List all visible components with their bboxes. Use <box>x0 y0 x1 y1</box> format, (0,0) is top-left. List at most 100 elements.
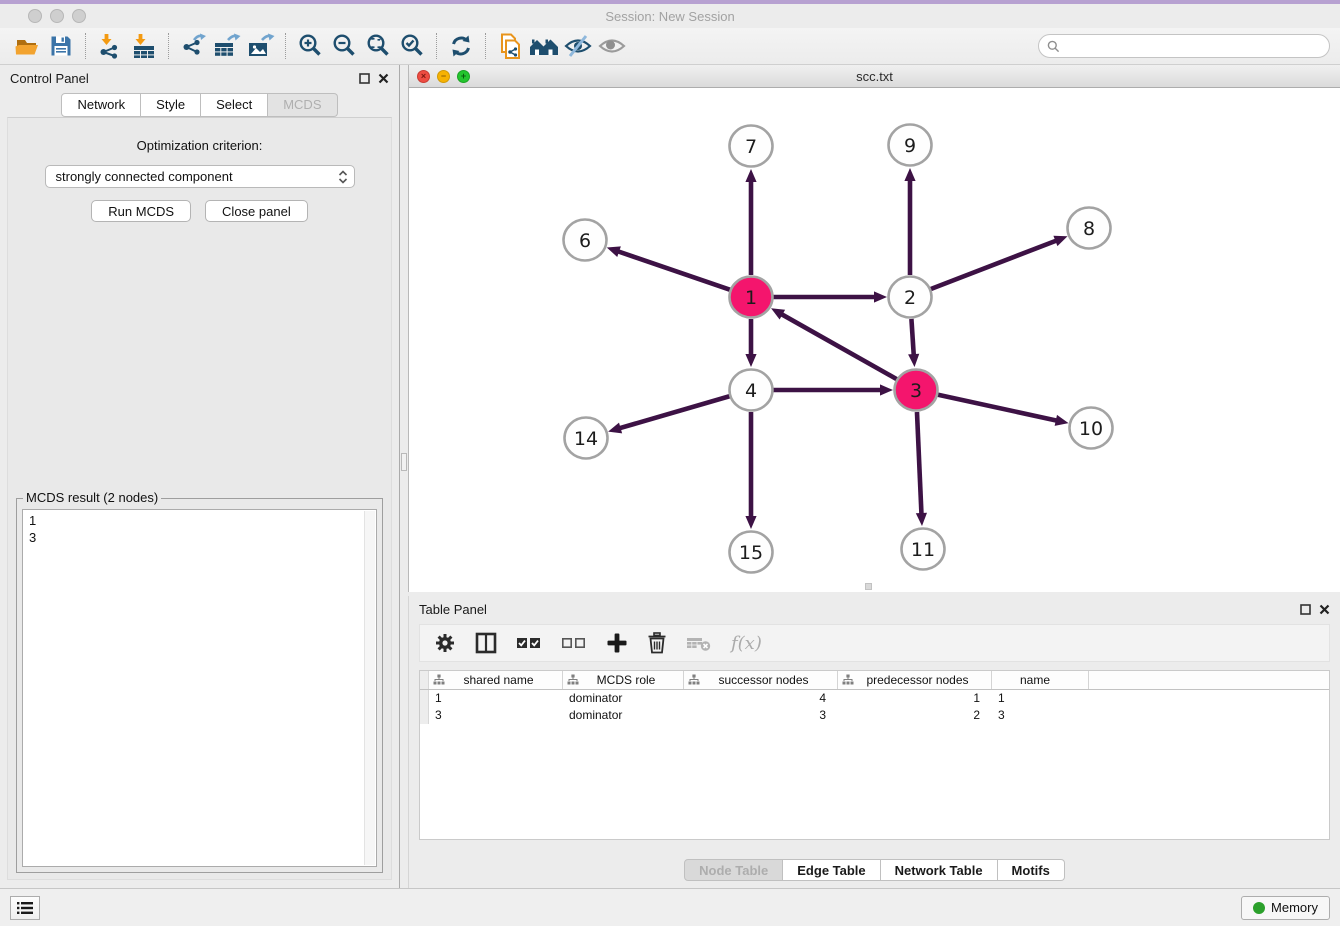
criterion-select[interactable]: strongly connected component <box>45 165 355 188</box>
select-all-icon[interactable] <box>516 636 542 650</box>
table-cell[interactable]: 1 <box>429 690 563 707</box>
show-columns-icon[interactable] <box>475 632 497 654</box>
network-canvas[interactable]: 1234678910111415 <box>409 88 1340 592</box>
edge-arrowhead <box>908 354 919 367</box>
tab-style[interactable]: Style <box>141 93 201 117</box>
export-table-button[interactable] <box>210 31 244 61</box>
node-table[interactable]: shared nameMCDS rolesuccessor nodes prede… <box>419 670 1330 840</box>
network-maximize-button[interactable]: + <box>457 70 470 83</box>
main-toolbar <box>0 28 1340 65</box>
column-header-MCDS-role[interactable]: MCDS role <box>563 671 684 689</box>
open-file-button[interactable] <box>10 31 44 61</box>
tab-select[interactable]: Select <box>201 93 268 117</box>
zoom-selected-button[interactable] <box>395 31 429 61</box>
column-header-label: shared name <box>445 673 562 687</box>
task-history-button[interactable] <box>10 896 40 920</box>
tab-motifs[interactable]: Motifs <box>998 859 1065 881</box>
delete-column-icon[interactable] <box>647 632 667 654</box>
tab-network-table[interactable]: Network Table <box>881 859 998 881</box>
column-header-name[interactable]: name <box>992 671 1089 689</box>
column-header-shared-name[interactable]: shared name <box>429 671 563 689</box>
optimization-criterion-label: Optimization criterion: <box>8 138 391 153</box>
float-panel-icon[interactable] <box>359 73 370 84</box>
toolbar-separator <box>436 33 437 59</box>
table-cell[interactable]: 2 <box>838 707 992 724</box>
mcds-result-textarea[interactable]: 13 <box>22 509 377 867</box>
memory-button[interactable]: Memory <box>1241 896 1330 920</box>
close-panel-button[interactable]: Close panel <box>205 200 308 222</box>
graph-edge-3-1[interactable] <box>781 314 896 379</box>
export-network-button[interactable] <box>176 31 210 61</box>
edge-arrowhead <box>608 423 622 434</box>
result-scrollbar[interactable] <box>364 511 375 865</box>
graph-edge-3-11[interactable] <box>917 412 921 514</box>
unselect-all-icon[interactable] <box>561 636 587 650</box>
float-panel-icon[interactable] <box>1300 604 1311 615</box>
node-label: 10 <box>1079 418 1103 440</box>
add-column-icon[interactable] <box>606 632 628 654</box>
minimize-window-button[interactable] <box>50 9 64 23</box>
search-box[interactable] <box>1038 34 1330 58</box>
function-builder-icon[interactable]: f(x) <box>731 633 762 654</box>
graph-edge-2-3[interactable] <box>911 319 913 355</box>
network-view-window: × − + scc.txt 1234678910111415 <box>408 65 1340 592</box>
zoom-in-icon <box>297 33 323 59</box>
zoom-fit-button[interactable] <box>361 31 395 61</box>
graph-edge-3-10[interactable] <box>937 395 1056 421</box>
network-minimize-button[interactable]: − <box>437 70 450 83</box>
zoom-in-button[interactable] <box>293 31 327 61</box>
refresh-button[interactable] <box>444 31 478 61</box>
toolbar-separator <box>485 33 486 59</box>
search-input[interactable] <box>1065 39 1321 53</box>
home-button[interactable] <box>527 31 561 61</box>
maximize-window-button[interactable] <box>72 9 86 23</box>
delete-table-icon[interactable] <box>686 634 712 652</box>
mcds-result-lines: 13 <box>29 512 362 546</box>
table-cell[interactable]: 3 <box>684 707 838 724</box>
table-cell[interactable]: dominator <box>563 707 684 724</box>
edge-arrowhead <box>874 291 887 302</box>
network-graph[interactable]: 1234678910111415 <box>409 88 1339 591</box>
export-image-icon <box>247 33 275 59</box>
network-close-button[interactable]: × <box>417 70 430 83</box>
graph-edge-4-14[interactable] <box>620 396 730 428</box>
tab-edge-table[interactable]: Edge Table <box>783 859 880 881</box>
close-panel-icon[interactable] <box>378 73 389 84</box>
mcds-result-title: MCDS result (2 nodes) <box>23 490 161 505</box>
gear-icon[interactable] <box>434 632 456 654</box>
edge-arrowhead <box>745 169 756 182</box>
export-image-button[interactable] <box>244 31 278 61</box>
refresh-icon <box>448 33 474 59</box>
save-session-button[interactable] <box>44 31 78 61</box>
run-mcds-button[interactable]: Run MCDS <box>91 200 191 222</box>
network-window-titlebar[interactable]: × − + scc.txt <box>409 65 1340 88</box>
table-cell[interactable]: dominator <box>563 690 684 707</box>
close-window-button[interactable] <box>28 9 42 23</box>
search-icon <box>1047 40 1060 53</box>
column-header-successor-nodes[interactable]: successor nodes <box>684 671 838 689</box>
import-table-button[interactable] <box>127 31 161 61</box>
tab-node-table[interactable]: Node Table <box>684 859 783 881</box>
zoom-out-button[interactable] <box>327 31 361 61</box>
copy-view-button[interactable] <box>493 31 527 61</box>
graph-edge-1-6[interactable] <box>618 251 730 289</box>
table-row[interactable]: 1dominator411 <box>420 690 1329 707</box>
tab-network[interactable]: Network <box>61 93 141 117</box>
graph-edge-2-8[interactable] <box>931 241 1057 289</box>
splitter-grip[interactable] <box>401 453 407 471</box>
table-cell[interactable]: 3 <box>992 707 1089 724</box>
canvas-grip[interactable] <box>865 583 872 590</box>
table-cell[interactable]: 3 <box>429 707 563 724</box>
table-cell[interactable]: 4 <box>684 690 838 707</box>
tab-mcds[interactable]: MCDS <box>268 93 337 117</box>
hide-selected-button[interactable] <box>561 31 595 61</box>
close-panel-icon[interactable] <box>1319 604 1330 615</box>
show-hidden-button[interactable] <box>595 31 629 61</box>
import-network-button[interactable] <box>93 31 127 61</box>
column-header-predecessor-nodes[interactable]: predecessor nodes <box>838 671 992 689</box>
table-cell[interactable]: 1 <box>838 690 992 707</box>
column-header-label: predecessor nodes <box>854 673 991 687</box>
table-cell[interactable]: 1 <box>992 690 1089 707</box>
table-row[interactable]: 3dominator323 <box>420 707 1329 724</box>
vertical-splitter[interactable] <box>399 65 408 888</box>
